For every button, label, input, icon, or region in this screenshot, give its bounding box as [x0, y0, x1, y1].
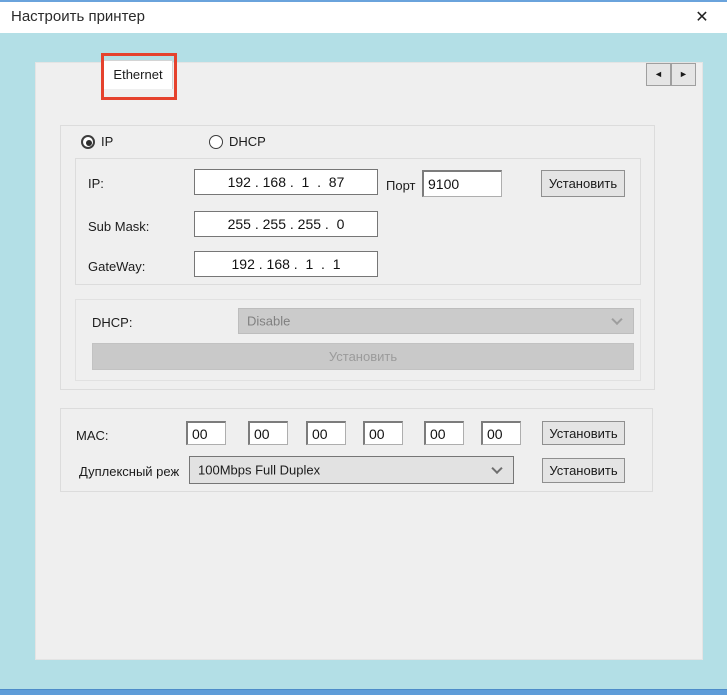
set-mac-button[interactable]: Установить — [542, 421, 625, 445]
tab-scroll-right-icon[interactable]: ► — [671, 63, 696, 86]
window-bottom-border — [0, 689, 727, 695]
titlebar: Настроить принтер ✕ — [0, 2, 727, 33]
dhcp-label: DHCP: — [92, 315, 132, 330]
tab-scroll-left-icon[interactable]: ◄ — [646, 63, 671, 86]
ip-radio-label: IP — [101, 134, 113, 149]
ip-input[interactable] — [194, 169, 378, 195]
ip-radio[interactable]: IP — [81, 134, 113, 149]
window-title: Настроить принтер — [11, 8, 145, 25]
close-icon[interactable]: ✕ — [689, 6, 715, 30]
duplex-label: Дуплексный реж — [79, 464, 189, 479]
port-label: Порт — [386, 178, 415, 193]
mac-input-2[interactable] — [248, 421, 288, 445]
set-duplex-button[interactable]: Установить — [542, 458, 625, 483]
dhcp-box: DHCP: Disable Установить — [75, 299, 641, 381]
dhcp-dropdown-value: Disable — [247, 314, 290, 329]
mac-input-5[interactable] — [424, 421, 464, 445]
duplex-dropdown-value: 100Mbps Full Duplex — [198, 463, 320, 478]
submask-label: Sub Mask: — [88, 219, 149, 234]
mac-input-6[interactable] — [481, 421, 521, 445]
port-input[interactable] — [422, 170, 502, 197]
duplex-dropdown[interactable]: 100Mbps Full Duplex — [189, 456, 514, 484]
gateway-input[interactable] — [194, 251, 378, 277]
gateway-label: GateWay: — [88, 259, 145, 274]
radio-unchecked-icon[interactable] — [209, 135, 223, 149]
mac-label: MAC: — [76, 428, 109, 443]
dhcp-dropdown: Disable — [238, 308, 634, 334]
ip-settings-groupbox: IP DHCP IP: Порт Sub Mask: GateWay: Уста… — [60, 125, 655, 390]
mac-input-1[interactable] — [186, 421, 226, 445]
set-ip-button[interactable]: Установить — [541, 170, 625, 197]
mac-duplex-groupbox: MAC: Установить Дуплексный реж 100Mbps F… — [60, 408, 653, 492]
printer-settings-dialog: Настроить принтер ✕ Основные Ethernet Wi… — [0, 0, 727, 695]
dhcp-radio[interactable]: DHCP — [209, 134, 266, 149]
dhcp-radio-label: DHCP — [229, 134, 266, 149]
mac-input-4[interactable] — [363, 421, 403, 445]
tab-ethernet[interactable]: Ethernet — [103, 60, 173, 89]
chevron-down-icon — [491, 463, 502, 474]
radio-checked-icon[interactable] — [81, 135, 95, 149]
mac-input-3[interactable] — [306, 421, 346, 445]
ip-label: IP: — [88, 176, 104, 191]
set-dhcp-button: Установить — [92, 343, 634, 370]
submask-input[interactable] — [194, 211, 378, 237]
chevron-down-icon — [611, 314, 622, 325]
